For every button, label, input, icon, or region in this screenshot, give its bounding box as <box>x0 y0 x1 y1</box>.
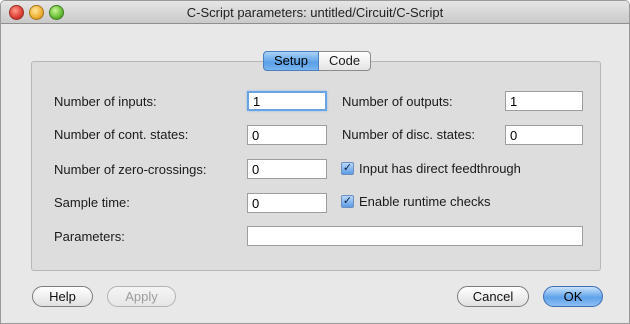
checkmark-icon: ✓ <box>342 162 353 174</box>
runtime-checks-checkbox[interactable]: ✓ <box>341 195 354 208</box>
num-outputs-field[interactable] <box>505 91 583 111</box>
sample-time-field[interactable] <box>247 193 327 213</box>
window-title: C-Script parameters: untitled/Circuit/C-… <box>186 5 444 20</box>
parameters-field[interactable] <box>247 226 583 246</box>
num-outputs-label: Number of outputs: <box>342 94 453 109</box>
title-bar[interactable]: C-Script parameters: untitled/Circuit/C-… <box>1 1 629 24</box>
num-cont-states-label: Number of cont. states: <box>54 127 189 142</box>
checkmark-icon: ✓ <box>342 195 353 207</box>
dialog-window: C-Script parameters: untitled/Circuit/C-… <box>0 0 630 324</box>
help-button[interactable]: Help <box>32 286 93 307</box>
num-zero-crossings-label: Number of zero-crossings: <box>54 162 207 177</box>
direct-feedthrough-label: Input has direct feedthrough <box>359 161 521 176</box>
num-inputs-field[interactable] <box>247 91 327 111</box>
direct-feedthrough-checkbox[interactable]: ✓ <box>341 162 354 175</box>
num-inputs-label: Number of inputs: <box>54 94 157 109</box>
runtime-checks-label: Enable runtime checks <box>359 194 491 209</box>
num-cont-states-field[interactable] <box>247 125 327 145</box>
cancel-button[interactable]: Cancel <box>457 286 529 307</box>
tab-setup[interactable]: Setup <box>263 51 319 71</box>
ok-button[interactable]: OK <box>543 286 603 307</box>
num-disc-states-label: Number of disc. states: <box>342 127 475 142</box>
apply-button[interactable]: Apply <box>107 286 176 307</box>
tab-code[interactable]: Code <box>318 51 372 71</box>
num-disc-states-field[interactable] <box>505 125 583 145</box>
tab-bar: Setup Code <box>263 51 372 71</box>
sample-time-label: Sample time: <box>54 195 130 210</box>
parameters-label: Parameters: <box>54 229 125 244</box>
num-zero-crossings-field[interactable] <box>247 159 327 179</box>
